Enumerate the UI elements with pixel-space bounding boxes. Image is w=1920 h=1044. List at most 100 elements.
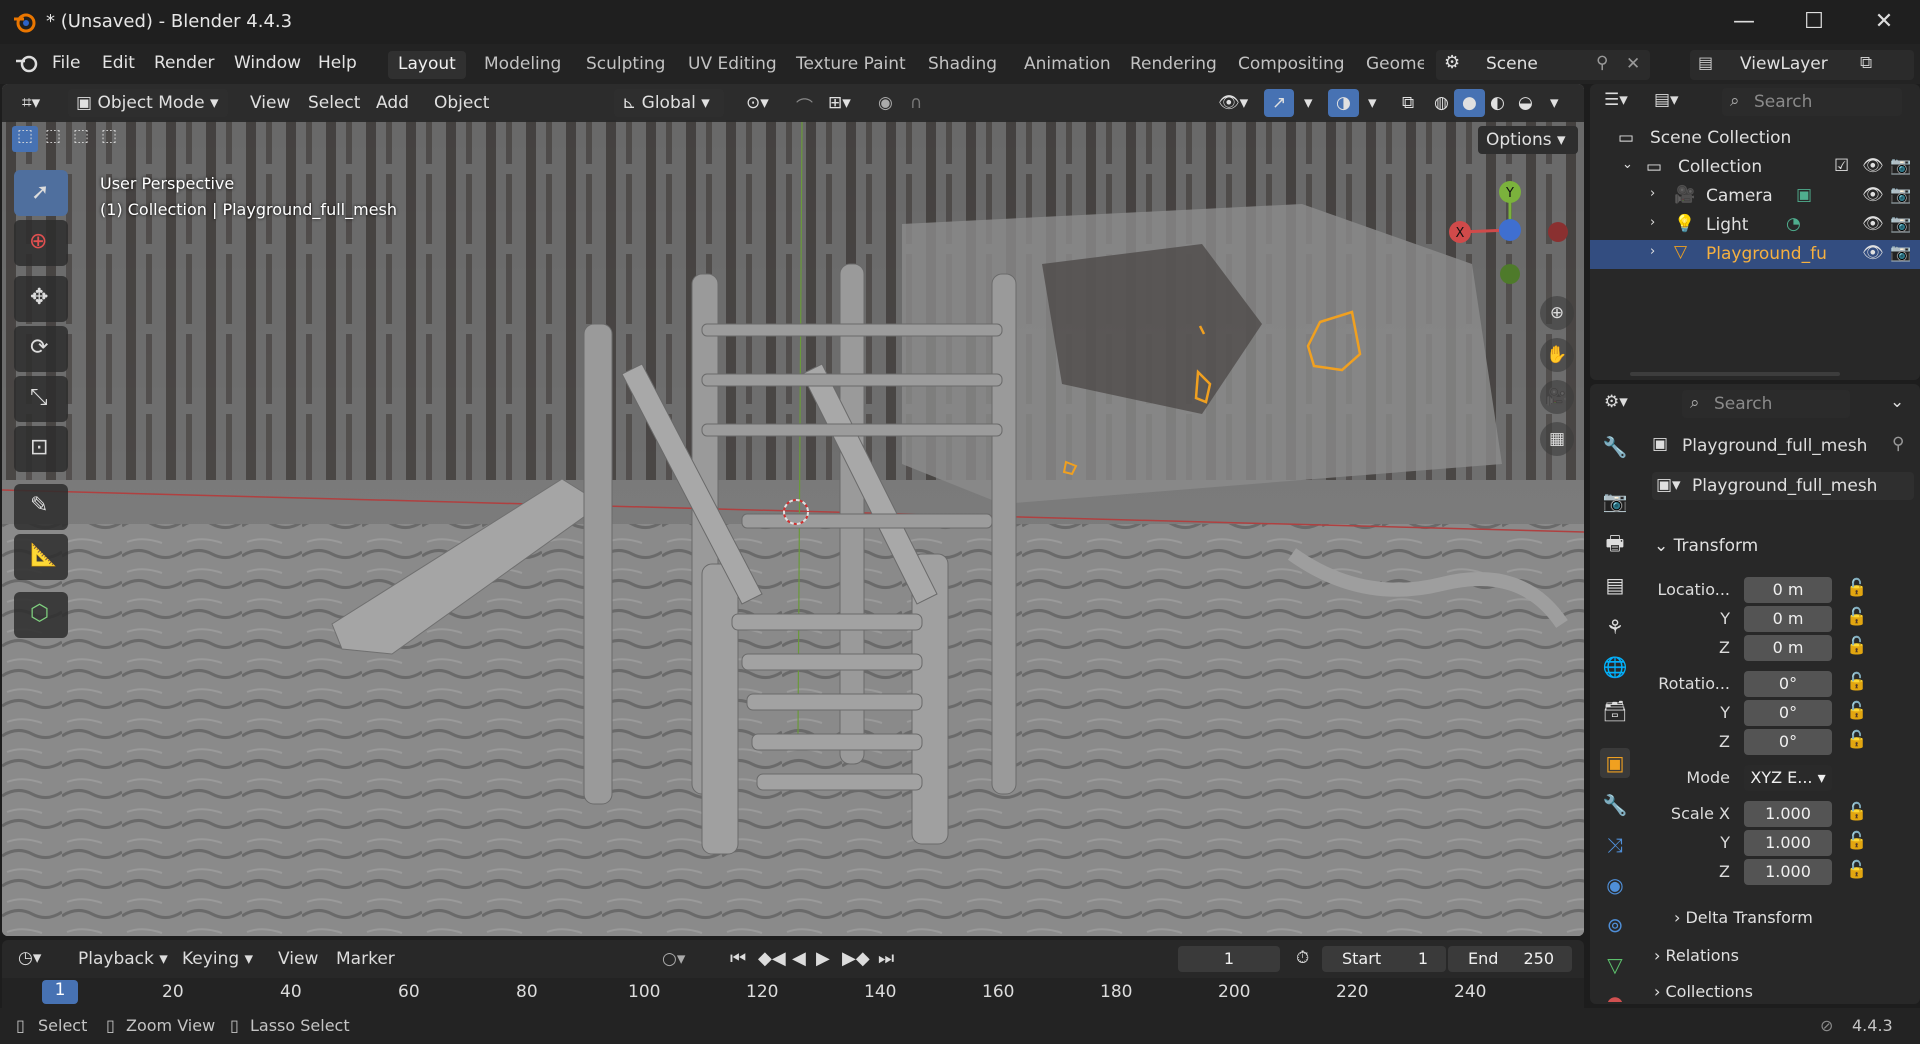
object-mode-dropdown[interactable]: ▣ Object Mode ▾ [68,89,228,117]
light-data-icon[interactable]: ◔ [1786,214,1801,234]
xray-toggle-icon[interactable]: ⧉ [1394,89,1422,117]
workspace-tab-layout[interactable]: Layout [388,51,466,79]
eye-icon[interactable]: 👁 [1862,156,1884,176]
location-x-field[interactable]: 0 m [1744,577,1832,603]
outliner-scrollbar[interactable] [1630,372,1840,376]
workspace-tab-modeling[interactable]: Modeling [474,51,571,79]
outliner-item-playground-mesh[interactable]: › ▽ Playground_fu 👁 📷 [1590,240,1920,269]
scale-x-field[interactable]: 1.000 [1744,801,1832,827]
pin-icon[interactable]: ⚲ [1892,434,1904,454]
snap-target-icon[interactable]: ⊞▾ [820,89,859,117]
menu-help[interactable]: Help [318,53,357,73]
rotation-y-field[interactable]: 0° [1744,700,1832,726]
current-frame-marker[interactable]: 1 [42,980,78,1004]
transform-orientation-dropdown[interactable]: ⊾ Global ▾ [614,89,724,117]
end-frame-field[interactable]: End 250 [1448,946,1572,972]
camera-data-icon[interactable]: ▣ [1796,185,1812,205]
checkbox-icon[interactable]: ☑ [1834,156,1849,176]
rotation-z-field[interactable]: 0° [1744,729,1832,755]
viewport-menu-select[interactable]: Select [300,89,368,117]
falloff-icon[interactable]: ∩ [902,89,930,117]
close-scene-icon[interactable]: ✕ [1626,54,1640,74]
minimize-button[interactable]: — [1716,6,1772,38]
next-keyframe-icon[interactable]: ▶◆ [842,948,870,969]
outliner-search-field[interactable]: ⌕ Search [1722,88,1902,116]
grid-view-icon[interactable]: ▦ [1540,422,1574,456]
select-extend-icon[interactable]: ⬚ [40,126,66,146]
wireframe-shading-icon[interactable]: ◍ [1426,89,1457,117]
view-layer-tab-icon[interactable]: ▤ [1600,570,1630,600]
rotate-tool[interactable]: ⟳ [14,326,68,372]
scene-tab-icon[interactable]: ⚘ [1600,612,1630,642]
menu-file[interactable]: File [52,53,80,73]
pivot-point-icon[interactable]: ⊙▾ [738,89,777,117]
new-view-layer-icon[interactable]: ⧉ [1860,53,1872,73]
viewport-menu-view[interactable]: View [242,89,298,117]
timeline-view-menu[interactable]: View [278,949,318,969]
jump-start-icon[interactable]: ⏮ [730,948,746,969]
properties-search-field[interactable]: ⌕ Search [1682,390,1850,418]
select-box-tool[interactable]: ➚ [14,170,68,216]
gizmo-toggle-icon[interactable]: ↗ [1264,89,1295,117]
workspace-tab-shading[interactable]: Shading [918,51,1007,79]
move-tool[interactable]: ✥ [14,276,68,322]
workspace-tab-uv-editing[interactable]: UV Editing [678,51,787,79]
camera-render-icon[interactable]: 📷 [1890,243,1911,263]
editor-type-icon[interactable]: ☰▾ [1604,90,1628,110]
eye-icon[interactable]: 👁 [1862,214,1884,234]
3d-viewport[interactable]: ⌗▾ ▣ Object Mode ▾ View Select Add Objec… [2,84,1584,936]
camera-render-icon[interactable]: 📷 [1890,214,1911,234]
chevron-right-icon[interactable]: › [1650,186,1655,201]
menu-window[interactable]: Window [234,53,301,73]
chevron-down-icon[interactable]: ▾ [1296,89,1321,117]
display-mode-icon[interactable]: ▤▾ [1654,90,1679,110]
record-icon[interactable]: ○▾ [662,949,685,969]
keying-dropdown[interactable]: Keying ▾ [182,949,253,969]
pin-icon[interactable]: ⚲ [1596,53,1608,73]
lock-icon[interactable]: 🔓 [1846,672,1867,692]
options-dropdown[interactable]: Options ▾ [1478,126,1578,154]
blender-menu-icon[interactable] [14,53,40,75]
play-reverse-icon[interactable]: ◀ [792,948,806,969]
outliner-collection[interactable]: ⌄ ▭ Collection ☑ 👁 📷 [1590,153,1920,182]
camera-view-icon[interactable]: 🎥 [1540,380,1574,414]
object-name-field[interactable]: ▣▾ Playground_full_mesh [1652,472,1914,500]
physics-tab-icon[interactable]: ◉ [1600,870,1630,900]
workspace-tab-texture-paint[interactable]: Texture Paint [786,51,916,79]
lock-icon[interactable]: 🔓 [1846,860,1867,880]
zoom-icon[interactable]: ⊕ [1540,296,1574,330]
outliner-item-camera[interactable]: › 🎥 Camera ▣ 👁 📷 [1590,182,1920,211]
chevron-right-icon[interactable]: › [1650,244,1655,259]
camera-render-icon[interactable]: 📷 [1890,185,1911,205]
collection-tab-icon[interactable]: 🗃 [1600,696,1630,726]
object-tab-icon[interactable]: ▣ [1600,748,1630,778]
location-z-field[interactable]: 0 m [1744,635,1832,661]
chevron-down-icon[interactable]: ⌄ [1890,392,1904,412]
scene-selector[interactable]: ⚙ Scene ⚲ ✕ [1436,50,1650,80]
constraints-tab-icon[interactable]: ⊚ [1600,910,1630,940]
play-icon[interactable]: ▶ [816,948,830,969]
location-y-field[interactable]: 0 m [1744,606,1832,632]
overlay-toggle-icon[interactable]: ◑ [1328,89,1359,117]
delta-transform-header[interactable]: › Delta Transform [1674,908,1813,927]
workspace-tab-geometry[interactable]: Geome [1356,51,1424,79]
select-invert-icon[interactable]: ⬚ [96,126,122,146]
stopwatch-icon[interactable]: ⏱ [1296,948,1309,968]
scale-tool[interactable]: ⤡ [14,376,68,422]
close-window-button[interactable]: ✕ [1856,6,1912,38]
menu-render[interactable]: Render [154,53,215,73]
select-subtract-icon[interactable]: ⬚ [68,126,94,146]
output-tab-icon[interactable]: 🖶 [1600,528,1630,558]
rotation-x-field[interactable]: 0° [1744,671,1832,697]
viewport-menu-object[interactable]: Object [426,89,497,117]
pan-hand-icon[interactable]: ✋ [1540,338,1574,372]
annotate-tool[interactable]: ✎ [14,484,68,530]
add-cube-tool[interactable]: ⬡ [14,592,68,638]
lock-icon[interactable]: 🔓 [1846,701,1867,721]
timeline-ruler[interactable]: 1 20 40 60 80 100 120 140 160 180 200 22… [2,978,1584,1008]
workspace-tab-sculpting[interactable]: Sculpting [576,51,675,79]
lock-icon[interactable]: 🔓 [1846,578,1867,598]
lock-icon[interactable]: 🔓 [1846,730,1867,750]
lock-icon[interactable]: 🔓 [1846,636,1867,656]
editor-type-icon[interactable]: ◷▾ [18,948,41,968]
